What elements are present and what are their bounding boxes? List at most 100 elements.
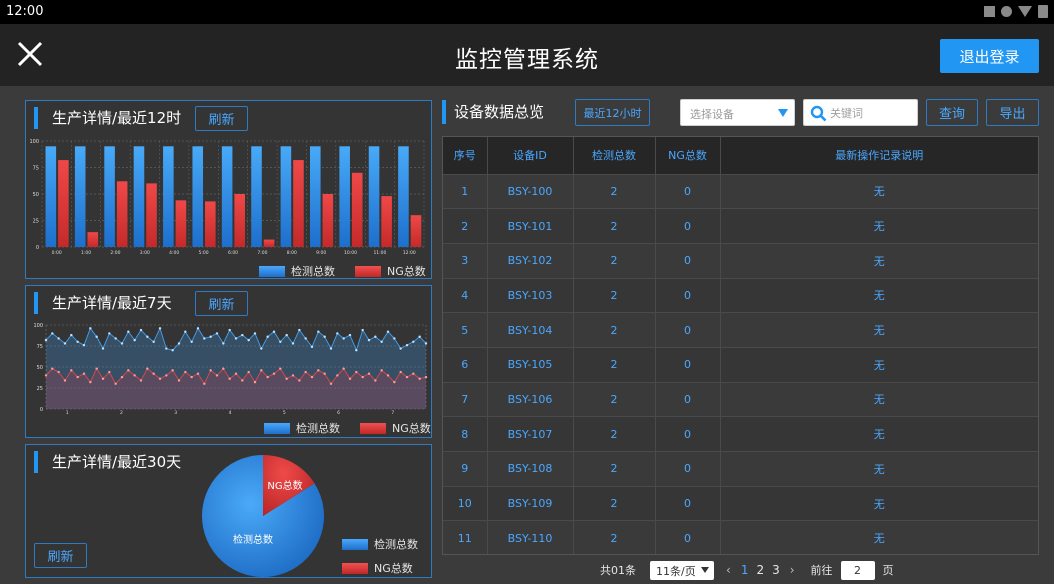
- ng-point: [342, 367, 345, 370]
- table-cell: 0: [655, 451, 721, 487]
- total-point: [108, 332, 111, 335]
- device-table: 序号 设备ID 检测总数 NG总数 最新操作记录说明 1 BSY-100 2 0 无 2 BSY-1…: [443, 137, 1038, 554]
- y-tick-label: 100: [29, 139, 39, 145]
- total-point: [57, 337, 60, 340]
- weekly-refresh-button[interactable]: 刷新: [195, 291, 248, 316]
- ng-point: [114, 382, 117, 385]
- table-cell: 4: [443, 278, 488, 314]
- total-point: [247, 338, 250, 342]
- legend-item-ng: NG总数: [342, 560, 413, 576]
- table-cell: 2: [573, 312, 656, 348]
- table-row[interactable]: 3 BSY-102 2 0 无: [443, 243, 1038, 279]
- total-point: [222, 342, 225, 345]
- table-row[interactable]: 1 BSY-100 2 0 无: [443, 174, 1038, 210]
- table-cell: BSY-110: [487, 520, 574, 554]
- total-point: [361, 328, 364, 332]
- ng-point: [329, 382, 333, 385]
- total-point: [342, 337, 345, 340]
- bar-total: [74, 146, 86, 247]
- weekly-area-chart: 0 25 50 75 100 1 2 3 4 5 6 7: [33, 323, 428, 414]
- total-point: [171, 349, 174, 352]
- bar-total: [309, 146, 321, 247]
- ng-point: [158, 377, 162, 380]
- ng-point: [51, 367, 54, 370]
- ng-point: [253, 380, 257, 384]
- table-cell: 2: [573, 243, 656, 279]
- table-cell: 0: [655, 382, 721, 418]
- table-row[interactable]: 2 BSY-101 2 0 无: [443, 208, 1038, 244]
- device-select[interactable]: 选择设备: [680, 99, 795, 126]
- table-row[interactable]: 6 BSY-105 2 0 无: [443, 347, 1038, 383]
- bar-total: [280, 146, 292, 247]
- table-row[interactable]: 8 BSY-107 2 0 无: [443, 416, 1038, 452]
- bar-total: [221, 146, 233, 247]
- hourly-panel: 生产详情/最近12时 刷新 0 25 50 75 100 0:00 1:00 2:00 3:00…: [25, 100, 432, 279]
- ng-point: [203, 382, 206, 385]
- total-point: [367, 338, 371, 342]
- total-point: [152, 340, 155, 343]
- table-cell: 2: [573, 486, 656, 522]
- legend-swatch-ng: [355, 265, 381, 277]
- page-2[interactable]: 2: [756, 563, 764, 577]
- table-cell: 2: [443, 208, 488, 244]
- page-size-select[interactable]: 11条/页: [650, 560, 714, 580]
- logout-button[interactable]: 退出登录: [940, 39, 1039, 73]
- range-button[interactable]: 最近12小时: [575, 99, 650, 126]
- ng-point: [323, 372, 326, 375]
- table-cell: 无: [720, 347, 1038, 383]
- page-1[interactable]: 1: [741, 563, 749, 577]
- ng-point: [260, 369, 263, 372]
- bar-total: [251, 146, 262, 247]
- goto-page-input[interactable]: [840, 560, 875, 580]
- page-3[interactable]: 3: [772, 563, 780, 577]
- table-body: 1 BSY-100 2 0 无 2 BSY-101 2 0 无 3 BSY-102 2 0 无 4 BSY-10…: [443, 174, 1038, 554]
- hourly-refresh-button[interactable]: 刷新: [195, 106, 248, 131]
- table-row[interactable]: 9 BSY-108 2 0 无: [443, 451, 1038, 487]
- table-cell: BSY-104: [487, 312, 574, 348]
- table-cell: 2: [573, 208, 656, 244]
- table-cell: BSY-108: [487, 451, 574, 487]
- total-point: [158, 327, 162, 330]
- weekly-panel: 生产详情/最近7天 刷新 0 25 50 75 100 1 2 3 4 5 6 7 检测总数 NG总数: [25, 285, 432, 438]
- column-header: 检测总数: [573, 137, 656, 175]
- export-button[interactable]: 导出: [986, 99, 1039, 126]
- table-cell: 无: [720, 278, 1038, 314]
- search-box[interactable]: [803, 99, 918, 126]
- y-tick-label: 100: [33, 323, 43, 329]
- status-time: 12:00: [6, 4, 44, 19]
- ng-point: [82, 372, 86, 375]
- bar-total: [45, 146, 57, 247]
- search-input[interactable]: [830, 103, 914, 123]
- table-row[interactable]: 4 BSY-103 2 0 无: [443, 278, 1038, 314]
- prev-page-button[interactable]: ‹: [726, 563, 731, 577]
- total-point: [285, 333, 288, 337]
- table-row[interactable]: 5 BSY-104 2 0 无: [443, 312, 1038, 348]
- pagination: 共01条 11条/页 ‹ 1 2 3 › 前往 页: [600, 560, 894, 580]
- column-header: NG总数: [655, 137, 721, 175]
- stop-icon: [984, 6, 995, 17]
- x-tick-label: 2:00: [110, 250, 120, 256]
- table-cell: 无: [720, 520, 1038, 554]
- table-row[interactable]: 11 BSY-110 2 0 无: [443, 520, 1038, 554]
- table-row[interactable]: 10 BSY-109 2 0 无: [443, 486, 1038, 522]
- table-cell: 1: [443, 174, 488, 210]
- device-select-placeholder: 选择设备: [690, 108, 734, 121]
- table-cell: BSY-100: [487, 174, 574, 210]
- ng-point: [127, 369, 130, 372]
- table-cell: 2: [573, 416, 656, 452]
- next-page-button[interactable]: ›: [790, 563, 795, 577]
- total-point: [127, 330, 130, 333]
- table-row[interactable]: 7 BSY-106 2 0 无: [443, 382, 1038, 418]
- total-point: [89, 327, 92, 330]
- ng-point: [190, 375, 193, 379]
- total-point: [234, 337, 238, 340]
- monthly-refresh-button[interactable]: 刷新: [34, 543, 87, 568]
- ng-point: [399, 370, 402, 374]
- x-tick-label: 5:00: [199, 250, 209, 256]
- bar-ng: [234, 194, 245, 247]
- back-triangle-icon: [1018, 6, 1032, 17]
- total-point: [120, 342, 124, 345]
- ng-point: [196, 372, 200, 375]
- query-button[interactable]: 查询: [926, 99, 978, 126]
- table-cell: 2: [573, 174, 656, 210]
